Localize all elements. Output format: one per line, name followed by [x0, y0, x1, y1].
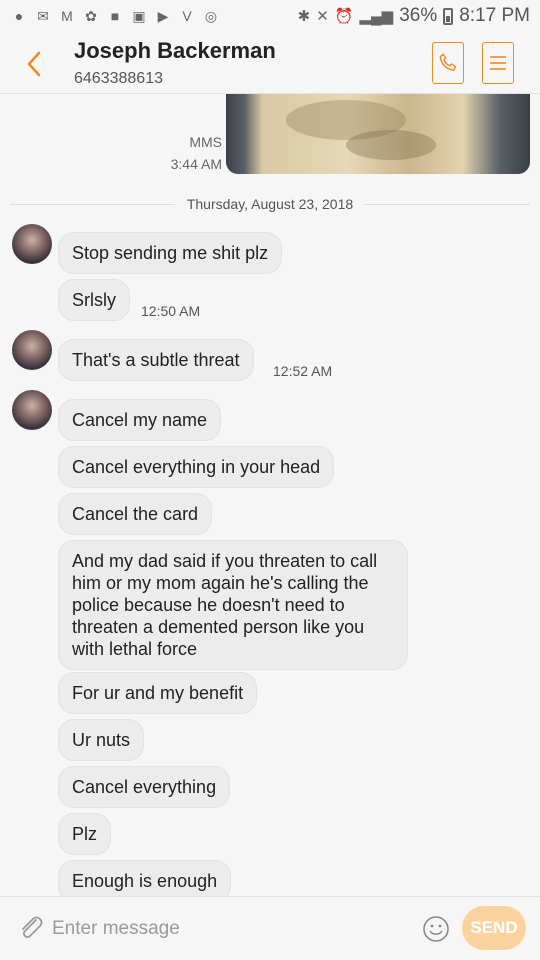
instagram-icon: ◎ [204, 8, 218, 24]
message-bubble[interactable]: And my dad said if you threaten to call … [58, 540, 408, 670]
date-separator-text: Thursday, August 23, 2018 [186, 196, 354, 212]
compose-bar: SEND [0, 896, 540, 960]
vine-icon: V [182, 8, 192, 24]
conversation-area[interactable]: MMS 3:44 AM Thursday, August 23, 2018 St… [0, 94, 540, 896]
youtube-icon: ▶ [157, 8, 169, 24]
message-bubble[interactable]: Cancel the card [58, 493, 213, 535]
message-input[interactable] [52, 913, 392, 945]
message-bubble[interactable]: Cancel my name [58, 399, 222, 441]
attach-button[interactable] [16, 913, 46, 943]
battery-icon [443, 7, 454, 25]
chevron-left-icon [27, 51, 41, 77]
notification-icons: ● ✉ M ✿ ■ ▣ ▶ V ◎ [10, 8, 220, 24]
send-button[interactable]: SEND [462, 906, 526, 950]
back-button[interactable] [24, 50, 44, 78]
clock: 8:17 PM [459, 5, 530, 26]
battery-percent: 36% [399, 5, 438, 26]
signal-icon: ▂▄▆ [359, 8, 394, 25]
image-detail [346, 130, 436, 160]
user-icon: ● [14, 8, 24, 24]
divider [365, 203, 530, 205]
message-bubble[interactable]: That's a subtle threat [58, 339, 254, 381]
gmail-icon: M [61, 8, 73, 24]
message-bubble[interactable]: Cancel everything [58, 766, 231, 808]
mms-image[interactable] [226, 94, 530, 174]
message-bubble[interactable]: Srlsly [58, 279, 130, 321]
image-icon: ▣ [132, 8, 146, 24]
message-bubble[interactable]: Stop sending me shit plz [58, 232, 283, 274]
message-bubble[interactable]: Ur nuts [58, 719, 145, 761]
contact-name: Joseph Backerman [74, 38, 276, 63]
phone-icon [439, 53, 457, 71]
contact-avatar[interactable] [12, 224, 52, 264]
paperclip-icon [22, 916, 43, 939]
call-button[interactable] [432, 42, 464, 84]
mute-icon: ✕ [316, 8, 329, 25]
status-bar: ● ✉ M ✿ ■ ▣ ▶ V ◎ ✱ ✕ ⏰ ▂▄▆ 36% 8:17 PM [0, 0, 540, 32]
message-bubble[interactable]: For ur and my benefit [58, 672, 258, 714]
chat-icon: ■ [110, 8, 120, 24]
contact-number: 6463388613 [74, 70, 163, 87]
message-time: 12:50 AM [141, 303, 201, 319]
smiley-icon [423, 916, 449, 942]
mms-label: MMS [189, 134, 222, 150]
bird-icon: ✿ [85, 8, 97, 24]
system-status: ✱ ✕ ⏰ ▂▄▆ 36% 8:17 PM [298, 5, 530, 27]
conversation-header: Joseph Backerman 6463388613 [0, 32, 540, 94]
mail-icon: ✉ [37, 8, 49, 24]
message-bubble[interactable]: Cancel everything in your head [58, 446, 335, 488]
contact-avatar[interactable] [12, 390, 52, 430]
menu-icon [490, 56, 506, 70]
emoji-button[interactable] [422, 915, 450, 943]
bluetooth-icon: ✱ [297, 8, 311, 25]
menu-button[interactable] [482, 42, 514, 84]
divider [10, 203, 175, 205]
message-bubble[interactable]: Plz [58, 813, 112, 855]
contact-avatar[interactable] [12, 330, 52, 370]
date-separator: Thursday, August 23, 2018 [10, 194, 530, 214]
alarm-icon: ⏰ [334, 8, 354, 25]
message-bubble[interactable]: Enough is enough [58, 860, 232, 896]
message-time: 12:52 AM [273, 363, 333, 379]
mms-time: 3:44 AM [170, 156, 222, 172]
